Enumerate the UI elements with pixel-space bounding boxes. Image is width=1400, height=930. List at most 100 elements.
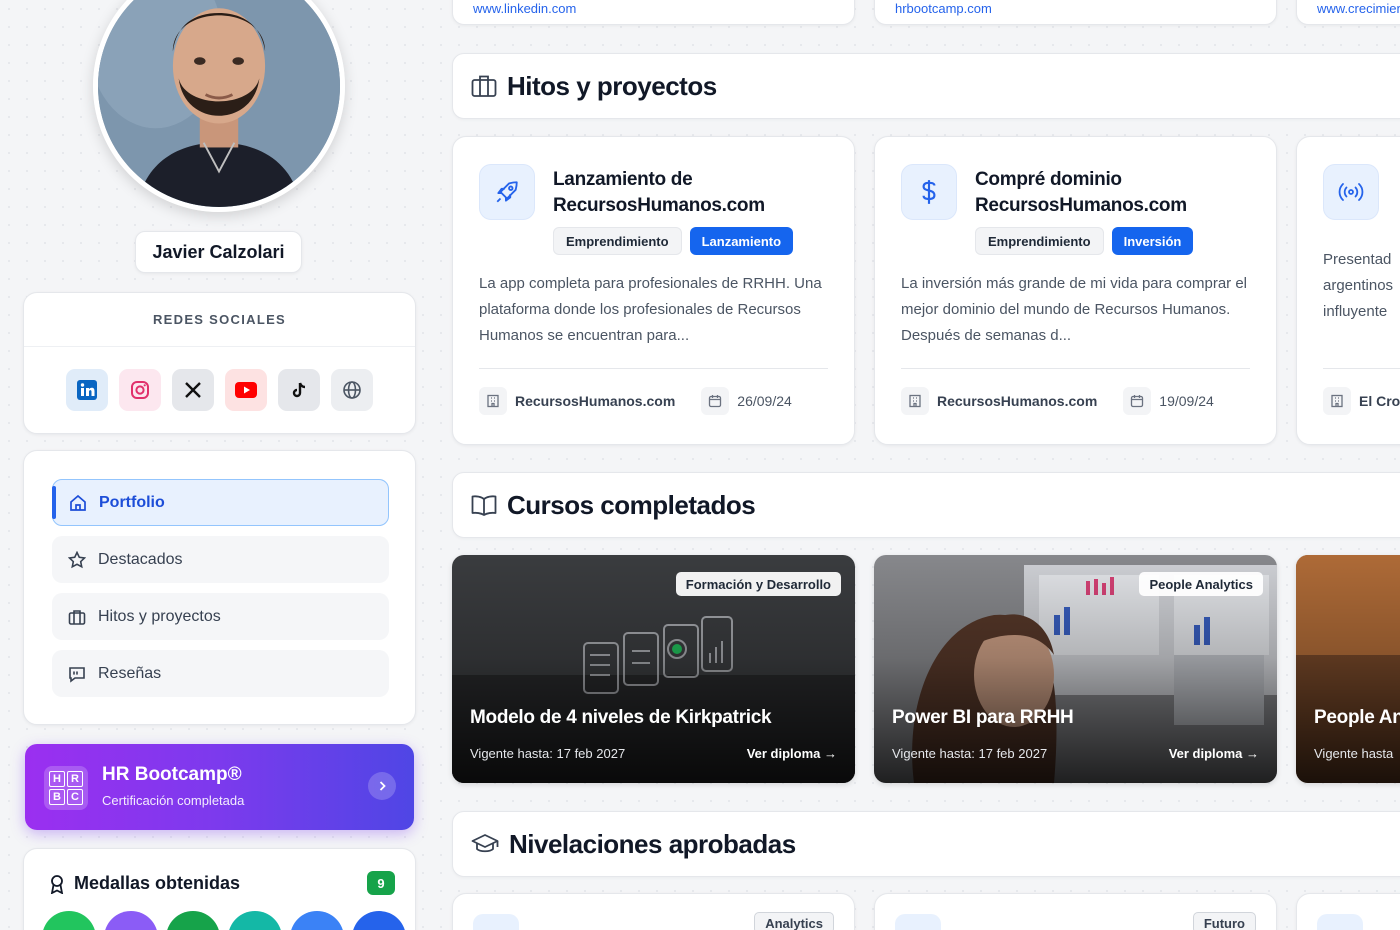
level-card[interactable] (1296, 893, 1400, 930)
nav-item-resenas[interactable]: Reseñas (52, 650, 389, 697)
medals-title: Medallas obtenidas (74, 873, 241, 893)
project-card[interactable]: Lanzamiento de RecursosHumanos.com Empre… (452, 136, 855, 445)
link-chip-text: hrbootcamp.com (895, 1, 992, 16)
project-icon-box (901, 164, 957, 220)
calendar-icon (701, 387, 730, 415)
level-tag: Futuro (1192, 912, 1256, 930)
website-button[interactable] (331, 369, 373, 411)
youtube-button[interactable] (225, 369, 267, 411)
hr-bootcamp-banner[interactable]: H R B C HR Bootcamp® Certificación compl… (25, 744, 414, 830)
divider (479, 368, 828, 369)
medal-badge[interactable] (352, 911, 406, 930)
logo-letter: B (49, 789, 65, 805)
x-icon (185, 382, 201, 398)
project-company: El Cro (1359, 393, 1400, 409)
medal-badge[interactable] (166, 911, 220, 930)
medal-badge[interactable] (42, 911, 96, 930)
instagram-icon (131, 381, 149, 399)
link-chip-text: www.crecimiento.com (1317, 1, 1400, 16)
course-card[interactable]: People An Vigente hasta (1296, 555, 1400, 783)
hr-bootcamp-subtitle: Certificación completada (102, 793, 245, 808)
profile-name: Javier Calzolari (135, 231, 302, 273)
nav-label-hitos: Hitos y proyectos (98, 607, 221, 625)
nav-label-portfolio: Portfolio (99, 493, 165, 511)
medals-count-badge: 9 (367, 871, 395, 895)
view-diploma-link[interactable]: Ver diploma → (1169, 746, 1259, 761)
projects-section-header: Hitos y proyectos (452, 53, 1400, 119)
medal-badge[interactable] (228, 911, 282, 930)
course-validity: Vigente hasta: 17 feb 2027 (470, 746, 626, 761)
courses-section-header: Cursos completados (452, 472, 1400, 538)
nav-item-destacados[interactable]: Destacados (52, 536, 389, 583)
course-category-badge: Formación y Desarrollo (675, 572, 841, 596)
medal-badge[interactable] (104, 911, 158, 930)
project-tag-highlight: Inversión (1111, 227, 1194, 255)
nav-item-hitos[interactable]: Hitos y proyectos (52, 593, 389, 640)
view-diploma-link[interactable]: Ver diploma → (747, 746, 837, 761)
courses-section-title: Cursos completados (507, 489, 756, 520)
project-description: La inversión más grande de mi vida para … (901, 275, 1248, 344)
profile-avatar (93, 0, 345, 212)
course-card[interactable]: Formación y Desarrollo Modelo de 4 nivel… (452, 555, 855, 783)
youtube-icon (235, 382, 257, 398)
instagram-button[interactable] (119, 369, 161, 411)
level-tag: Analytics (754, 912, 834, 930)
project-title-line1: Lanzamiento de (553, 169, 693, 190)
project-tag-highlight: Lanzamiento (689, 227, 794, 255)
project-company: RecursosHumanos.com (937, 393, 1098, 409)
medal-badge[interactable] (290, 911, 344, 930)
project-card[interactable]: Presentad argentinos influyente El Cro (1296, 136, 1400, 445)
project-title-line1: Compré dominio (975, 169, 1122, 190)
project-tag: Emprendimiento (553, 227, 682, 255)
dollar-icon (922, 180, 936, 204)
briefcase-icon (68, 609, 86, 625)
divider (901, 368, 1250, 369)
course-title: Power BI para RRHH (892, 707, 1074, 728)
project-date: 26/09/24 (737, 393, 792, 409)
projects-section-title: Hitos y proyectos (507, 70, 717, 101)
project-company: RecursosHumanos.com (515, 393, 676, 409)
rocket-icon (496, 181, 518, 203)
x-button[interactable] (172, 369, 214, 411)
globe-icon (343, 381, 361, 399)
building-icon (479, 387, 507, 415)
levels-section-header: Nivelaciones aprobadas (452, 811, 1400, 877)
book-open-icon (471, 495, 497, 516)
building-icon (1323, 387, 1351, 415)
divider (1323, 368, 1400, 369)
level-card[interactable]: Analytics (452, 893, 855, 930)
link-chip-crecimiento[interactable]: www.crecimiento.com (1296, 0, 1400, 25)
briefcase-icon (471, 75, 497, 97)
quote-icon (69, 666, 85, 683)
calendar-icon (1123, 387, 1152, 415)
logo-letter: H (49, 771, 65, 787)
tiktok-button[interactable] (278, 369, 320, 411)
course-validity: Vigente hasta (1314, 746, 1394, 761)
star-icon (68, 550, 86, 568)
linkedin-icon (77, 380, 97, 400)
sidebar-nav: Portfolio Destacados Hitos y proyectos R… (23, 450, 416, 725)
project-card[interactable]: Compré dominio RecursosHumanos.com Empre… (874, 136, 1277, 445)
course-title: People An (1314, 707, 1400, 728)
levels-section-title: Nivelaciones aprobadas (509, 828, 796, 859)
project-description: Presentad argentinos influyente (1323, 251, 1394, 320)
home-icon (70, 494, 86, 511)
social-networks-card: REDES SOCIALES (23, 292, 416, 434)
project-description: La app completa para profesionales de RR… (479, 275, 822, 344)
link-chip-linkedin[interactable]: www.linkedin.com (452, 0, 855, 25)
medals-card: Medallas obtenidas 9 (23, 848, 416, 930)
nav-item-portfolio[interactable]: Portfolio (52, 479, 389, 526)
level-card[interactable]: Futuro (874, 893, 1277, 930)
course-card[interactable]: People Analytics Power BI para RRHH Vige… (874, 555, 1277, 783)
project-icon-box (1323, 164, 1379, 220)
course-category-badge: People Analytics (1139, 572, 1263, 596)
link-chip-text: www.linkedin.com (473, 1, 577, 16)
level-icon (895, 914, 941, 930)
course-validity: Vigente hasta: 17 feb 2027 (892, 746, 1048, 761)
linkedin-button[interactable] (66, 369, 108, 411)
award-icon (50, 874, 64, 894)
nav-label-destacados: Destacados (98, 550, 183, 568)
link-chip-hrbootcamp[interactable]: hrbootcamp.com (874, 0, 1277, 25)
tiktok-icon (292, 382, 306, 398)
logo-letter: C (67, 789, 83, 805)
